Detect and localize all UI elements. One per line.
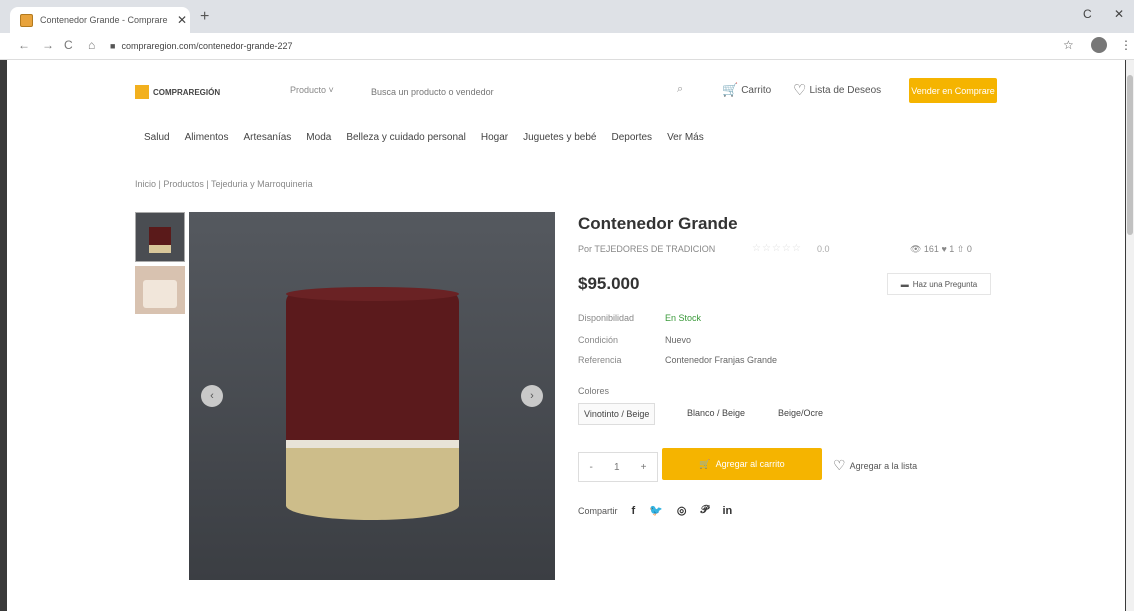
availability-value: En Stock xyxy=(665,313,702,323)
color-option[interactable]: Vinotinto / Beige xyxy=(578,403,656,425)
lock-icon: ■ xyxy=(110,41,116,51)
carousel-next-button[interactable]: › xyxy=(521,385,543,407)
reference-row: Referencia Contenedor Franjas Grande xyxy=(578,355,777,365)
search-icon[interactable]: ⌕ xyxy=(677,83,683,96)
sell-button[interactable]: Vender en Comprare xyxy=(909,78,997,103)
facebook-icon[interactable]: f xyxy=(632,505,636,517)
heart-icon: ♡ xyxy=(833,457,846,473)
share-label: Compartir xyxy=(578,505,618,516)
forward-icon[interactable]: → xyxy=(42,38,54,52)
menu-item[interactable]: Salud xyxy=(144,132,170,143)
cart-icon: 🛒 xyxy=(722,82,739,97)
reference-label: Referencia xyxy=(578,355,622,365)
color-option[interactable]: Beige/Ocre xyxy=(773,403,828,423)
basket-rim xyxy=(286,287,459,301)
logo-text: COMPRAREGIÓN xyxy=(153,87,221,97)
cart-icon: 🛒 xyxy=(699,458,711,469)
menu-item[interactable]: Ver Más xyxy=(667,132,704,143)
menu-item[interactable]: Moda xyxy=(306,132,331,143)
ask-question-button[interactable]: ▬ Haz una Pregunta xyxy=(887,273,991,295)
menu-item[interactable]: Deportes xyxy=(611,132,652,143)
browser-toolbar: ← → C ⌂ ■ compraregion.com/contenedor-gr… xyxy=(0,33,1134,60)
color-option[interactable]: Blanco / Beige xyxy=(682,403,750,423)
category-menu: Salud Alimentos Artesanías Moda Belleza … xyxy=(144,132,719,143)
availability-label: Disponibilidad xyxy=(578,313,635,323)
product-main-image: ‹ › xyxy=(189,212,555,580)
page-content: COMPRAREGIÓN Producto ˅ ⌕ 🛒 Carrito ♡ Li… xyxy=(7,60,1125,611)
pinterest-icon[interactable]: 𝒫 xyxy=(701,504,709,517)
product-stats: 👁 161 ♥ 1 ⇧ 0 xyxy=(910,244,972,254)
basket-stripe xyxy=(286,440,459,448)
condition-row: Condición Nuevo xyxy=(578,335,691,345)
cart-link[interactable]: 🛒 Carrito xyxy=(722,82,771,98)
add-to-cart-button[interactable]: 🛒 Agregar al carrito xyxy=(662,448,822,480)
profile-avatar[interactable] xyxy=(1091,37,1107,53)
wishlist-label: Lista de Deseos xyxy=(809,84,882,96)
category-select[interactable]: Producto ˅ xyxy=(290,85,334,95)
qty-value[interactable]: 1 xyxy=(614,462,620,473)
back-icon[interactable]: ← xyxy=(18,38,30,52)
breadcrumb[interactable]: Inicio | Productos | Tejeduria y Marroqu… xyxy=(135,179,313,189)
quantity-stepper: - 1 + xyxy=(578,452,658,482)
share-row: Compartir f 🐦 ◎ 𝒫 in xyxy=(578,504,732,517)
condition-label: Condición xyxy=(578,335,619,345)
product-price: $95.000 xyxy=(578,274,640,293)
browser-tab-strip: Contenedor Grande - Comprare ✕ + C ✕ xyxy=(0,0,1134,33)
whatsapp-icon[interactable]: ◎ xyxy=(677,504,687,517)
colors-label: Colores xyxy=(578,386,610,396)
bookmark-icon[interactable]: ☆ xyxy=(1063,38,1074,52)
basket-bottom-section xyxy=(286,448,459,520)
favicon-icon xyxy=(20,13,33,27)
scrollbar-thumb[interactable] xyxy=(1127,75,1133,235)
ask-question-label: Haz una Pregunta xyxy=(912,279,978,289)
cart-label: Carrito xyxy=(741,84,772,96)
window-close-icon[interactable]: ✕ xyxy=(1114,7,1124,21)
product-thumbnail[interactable] xyxy=(135,212,185,262)
window-restore-icon[interactable]: C xyxy=(1083,7,1092,21)
add-to-list-button[interactable]: ♡ Agregar a la lista xyxy=(833,457,917,474)
carousel-prev-button[interactable]: ‹ xyxy=(201,385,223,407)
new-tab-icon[interactable]: + xyxy=(200,8,209,26)
wishlist-link[interactable]: ♡ Lista de Deseos xyxy=(793,81,881,99)
menu-item[interactable]: Hogar xyxy=(481,132,508,143)
menu-item[interactable]: Alimentos xyxy=(185,132,229,143)
chat-icon: ▬ xyxy=(900,279,909,289)
availability-row: Disponibilidad En Stock xyxy=(578,313,701,323)
thumbnail-basket-top xyxy=(149,227,171,245)
browser-tab[interactable]: Contenedor Grande - Comprare ✕ xyxy=(10,7,190,33)
product-thumbnail[interactable] xyxy=(135,266,185,314)
add-to-list-label: Agregar a la lista xyxy=(849,460,918,471)
site-logo[interactable]: COMPRAREGIÓN xyxy=(135,85,220,99)
thumbnail-basket xyxy=(143,280,177,308)
tab-title: Contenedor Grande - Comprare xyxy=(40,15,168,25)
menu-item[interactable]: Artesanías xyxy=(243,132,291,143)
address-bar[interactable]: ■ compraregion.com/contenedor-grande-227 xyxy=(110,37,1050,55)
page-scrollbar[interactable] xyxy=(1126,60,1134,611)
rating-stars: ☆☆☆☆☆ xyxy=(752,243,802,254)
search-input[interactable] xyxy=(369,82,673,102)
reference-value: Contenedor Franjas Grande xyxy=(665,355,778,365)
reload-icon[interactable]: C xyxy=(64,38,73,52)
rating-value: 0.0 xyxy=(817,244,830,254)
twitter-icon[interactable]: 🐦 xyxy=(649,504,663,517)
add-to-cart-label: Agregar al carrito xyxy=(715,459,785,469)
product-title: Contenedor Grande xyxy=(578,214,738,233)
logo-icon xyxy=(135,85,149,99)
qty-plus-button[interactable]: + xyxy=(641,462,647,473)
home-icon[interactable]: ⌂ xyxy=(88,38,95,52)
qty-minus-button[interactable]: - xyxy=(590,462,593,473)
url-text: compraregion.com/contenedor-grande-227 xyxy=(121,41,293,51)
linkedin-icon[interactable]: in xyxy=(722,505,732,517)
basket-top-section xyxy=(286,292,459,440)
tab-close-icon[interactable]: ✕ xyxy=(174,13,190,27)
menu-item[interactable]: Juguetes y bebé xyxy=(523,132,596,143)
thumbnail-basket-bottom xyxy=(149,245,171,253)
condition-value: Nuevo xyxy=(665,335,692,345)
seller-link[interactable]: Por TEJEDORES DE TRADICION xyxy=(578,244,715,254)
browser-menu-icon[interactable]: ⋮ xyxy=(1120,38,1132,52)
heart-icon: ♡ xyxy=(793,82,807,99)
menu-item[interactable]: Belleza y cuidado personal xyxy=(346,132,466,143)
